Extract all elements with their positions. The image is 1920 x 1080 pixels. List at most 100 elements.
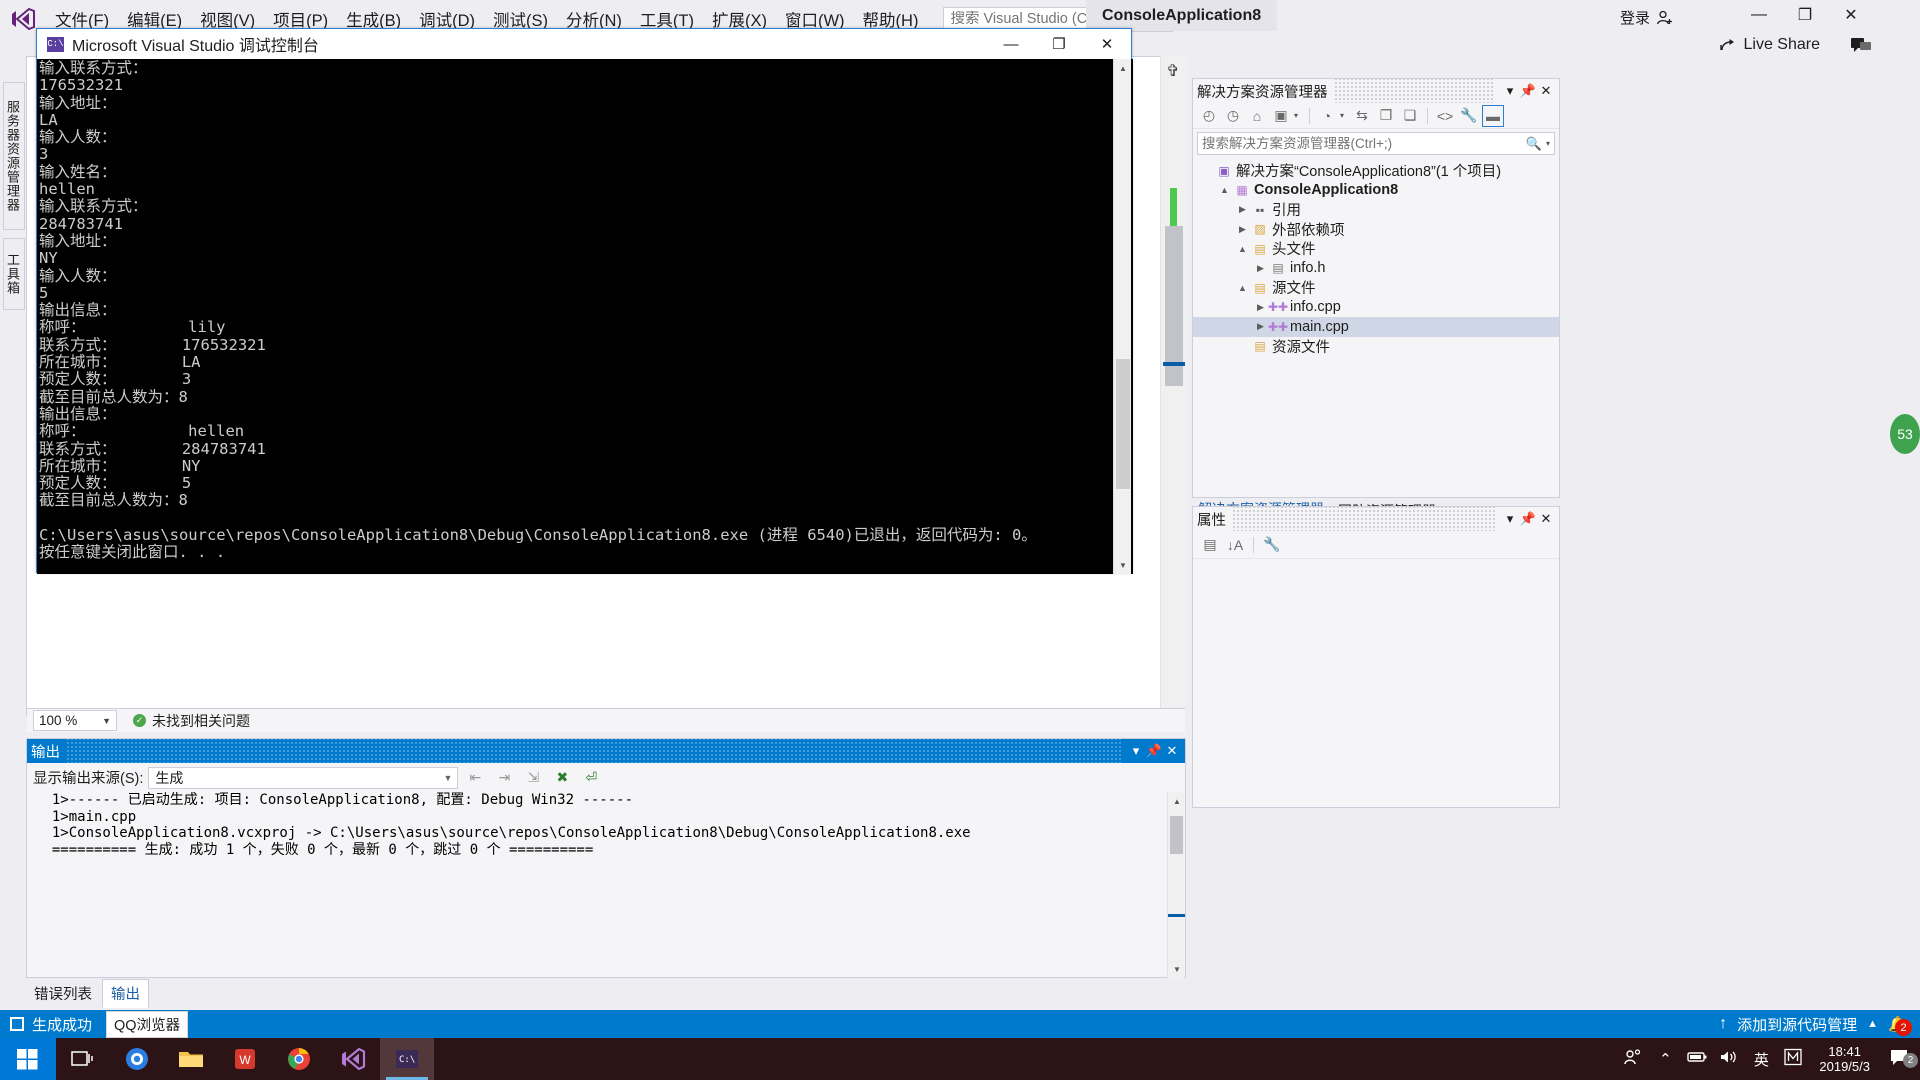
console-maximize-button[interactable]: ❐	[1035, 29, 1083, 59]
side-notification-badge[interactable]: 53	[1890, 414, 1920, 454]
expand-arrow-icon[interactable]: ▶	[1253, 263, 1268, 274]
show-all-files-icon[interactable]: <>	[1434, 105, 1456, 127]
solution-explorer-search-input[interactable]	[1202, 136, 1526, 151]
window-minimize-button[interactable]: —	[1736, 0, 1782, 30]
jump-to-next-message-icon[interactable]: ⇥	[492, 767, 516, 789]
property-pages-icon[interactable]: 🔧	[1261, 534, 1283, 556]
window-close-button[interactable]: ✕	[1828, 0, 1874, 30]
collapse-arrow-icon[interactable]: ▲	[1217, 185, 1232, 195]
properties-icon[interactable]: 🔧	[1458, 105, 1480, 127]
send-feedback-icon[interactable]	[1850, 36, 1872, 59]
sidebar-tab-server-explorer[interactable]: 服务器资源管理器	[3, 82, 25, 230]
taskbar-clock[interactable]: 18:41 2019/5/3	[1809, 1044, 1880, 1074]
categorized-view-icon[interactable]: ▤	[1199, 534, 1221, 556]
close-icon[interactable]: ✕	[1537, 83, 1555, 99]
taskbar-item-file-explorer[interactable]	[164, 1038, 218, 1080]
window-restore-button[interactable]: ❐	[1782, 0, 1828, 30]
task-view-button[interactable]	[56, 1038, 110, 1080]
solution-explorer-search-box[interactable]: 🔍 ▾	[1197, 132, 1555, 155]
solution-tree-node[interactable]: ▲ ▦ ConsoleApplication8	[1193, 181, 1559, 201]
taskbar-item-browser[interactable]	[110, 1038, 164, 1080]
panel-menu-icon[interactable]: ▾	[1501, 511, 1519, 527]
solution-tree-node[interactable]: ▶ ▤ info.h	[1193, 259, 1559, 279]
scroll-down-icon[interactable]: ▼	[1168, 960, 1186, 978]
battery-icon[interactable]	[1681, 1050, 1713, 1068]
solution-tree-node[interactable]: ▤ 资源文件	[1193, 337, 1559, 357]
source-control-label[interactable]: 添加到源代码管理	[1737, 1014, 1857, 1035]
new-solution-view-icon[interactable]: ▣	[1270, 105, 1292, 127]
ime-mode-icon[interactable]	[1777, 1048, 1809, 1070]
expand-arrow-icon[interactable]: ▶	[1253, 321, 1268, 332]
pin-icon[interactable]: 📌	[1519, 83, 1537, 99]
collapse-arrow-icon[interactable]: ▲	[1235, 283, 1250, 293]
solution-tree-node[interactable]: ▶ ✚✚ main.cpp	[1193, 317, 1559, 337]
chevron-down-icon[interactable]: ▾	[1542, 139, 1550, 148]
alphabetical-sort-icon[interactable]: ↓A	[1224, 534, 1246, 556]
forward-icon[interactable]: ◷	[1222, 105, 1244, 127]
toggle-word-wrap-icon[interactable]: ⏎	[579, 767, 603, 789]
preview-selected-items-icon[interactable]: ▬	[1482, 104, 1504, 127]
zoom-level-combobox[interactable]: 100 % ▼	[33, 710, 117, 731]
taskbar-item-chrome[interactable]	[272, 1038, 326, 1080]
pending-changes-icon[interactable]: ◔	[1316, 105, 1338, 127]
console-close-button[interactable]: ✕	[1083, 29, 1131, 59]
solution-tree-node[interactable]: ▶ ▨ 外部依赖项	[1193, 220, 1559, 240]
taskbar-item-debug-console[interactable]: C:\	[380, 1038, 434, 1080]
scroll-down-icon[interactable]: ▼	[1114, 556, 1132, 574]
chevron-down-icon[interactable]: ▾	[1340, 111, 1349, 120]
editor-split-handle-icon[interactable]: ✞	[1160, 60, 1186, 82]
expand-arrow-icon[interactable]: ▶	[1235, 224, 1250, 235]
live-share-button[interactable]: Live Share	[1719, 36, 1820, 54]
panel-menu-icon[interactable]: ▾	[1501, 83, 1519, 99]
output-vertical-scrollbar[interactable]: ▲ ▼	[1167, 792, 1186, 978]
close-icon[interactable]: ✕	[1537, 511, 1555, 527]
back-icon[interactable]: ◴	[1198, 105, 1220, 127]
scroll-up-icon[interactable]: ▲	[1114, 59, 1132, 77]
pin-icon[interactable]: 📌	[1519, 511, 1537, 527]
chevron-down-icon[interactable]: ▾	[1294, 111, 1303, 120]
volume-icon[interactable]	[1713, 1049, 1745, 1069]
sidebar-tab-toolbox[interactable]: 工具箱	[3, 238, 25, 310]
scroll-up-icon[interactable]: ▲	[1168, 792, 1186, 810]
panel-menu-icon[interactable]: ▾	[1127, 743, 1145, 759]
collapse-arrow-icon[interactable]: ▲	[1235, 244, 1250, 254]
people-icon[interactable]	[1617, 1048, 1649, 1070]
clear-all-icon[interactable]: ✖	[550, 767, 574, 789]
console-minimize-button[interactable]: —	[987, 29, 1035, 59]
sign-in-button[interactable]: 登录	[1620, 7, 1674, 28]
go-to-message-icon[interactable]: ⇲	[521, 767, 545, 789]
solution-tree-node[interactable]: ▲ ▤ 源文件	[1193, 278, 1559, 298]
solution-tree-node[interactable]: ▶ ✚✚ info.cpp	[1193, 298, 1559, 318]
action-center-button[interactable]: 2	[1880, 1048, 1920, 1071]
console-vertical-scrollbar[interactable]: ▲ ▼	[1113, 59, 1131, 574]
solution-tree-node[interactable]: ▲ ▤ 头文件	[1193, 239, 1559, 259]
solution-tree-node[interactable]: ▶ ▪▪ 引用	[1193, 200, 1559, 220]
output-source-combobox[interactable]: 生成 ▼	[148, 766, 459, 789]
tab-error-list[interactable]: 错误列表	[26, 980, 100, 1007]
tab-output[interactable]: 输出	[102, 978, 149, 1008]
ime-language-indicator[interactable]: 英	[1745, 1049, 1777, 1070]
editor-vertical-scrollbar[interactable]	[1160, 56, 1186, 716]
start-button[interactable]	[0, 1038, 56, 1080]
taskbar-item-visual-studio[interactable]	[326, 1038, 380, 1080]
solution-tree-node[interactable]: ▣ 解决方案“ConsoleApplication8”(1 个项目)	[1193, 161, 1559, 181]
chevron-up-icon[interactable]: ▲	[1867, 1018, 1878, 1030]
taskbar-item-wps[interactable]: W	[218, 1038, 272, 1080]
debug-console-window[interactable]: C:\ Microsoft Visual Studio 调试控制台 — ❐ ✕ …	[36, 28, 1133, 574]
jump-to-previous-message-icon[interactable]: ⇤	[463, 767, 487, 789]
home-icon[interactable]: ⌂	[1246, 105, 1268, 127]
refresh-icon[interactable]: ❐	[1375, 105, 1397, 127]
console-scrollbar-thumb[interactable]	[1116, 359, 1130, 489]
expand-arrow-icon[interactable]: ▶	[1235, 204, 1250, 215]
notifications-bell[interactable]: 🔔 2	[1888, 1015, 1912, 1036]
output-scrollbar-thumb[interactable]	[1170, 816, 1183, 854]
zoom-level-value: 100 %	[39, 713, 78, 728]
show-hidden-icons-chevron-icon[interactable]: ⌃	[1649, 1050, 1681, 1068]
sync-icon[interactable]: ⇆	[1351, 105, 1373, 127]
solution-tree[interactable]: ▣ 解决方案“ConsoleApplication8”(1 个项目) ▲ ▦ Conso…	[1193, 158, 1559, 356]
pin-icon[interactable]: 📌	[1145, 743, 1163, 759]
expand-arrow-icon[interactable]: ▶	[1253, 302, 1268, 313]
collapse-all-icon[interactable]: ❏	[1399, 105, 1421, 127]
qq-browser-chip[interactable]: QQ浏览器	[106, 1010, 189, 1038]
close-icon[interactable]: ✕	[1163, 743, 1181, 759]
